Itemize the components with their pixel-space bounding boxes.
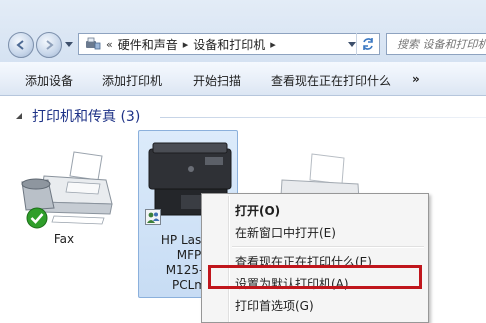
address-bar-area: « 硬件和声音 ▸ 设备和打印机 ▸ (0, 0, 486, 62)
toolbar-overflow-button[interactable]: » (412, 72, 420, 86)
device-fax[interactable]: Fax (14, 150, 114, 250)
dropdown-icon (348, 42, 356, 47)
back-button[interactable] (8, 32, 34, 58)
shared-users-icon (145, 209, 161, 225)
command-toolbar: 添加设备 添加打印机 开始扫描 查看现在正在打印什么 » (0, 62, 486, 96)
menu-item-printing-preferences[interactable]: 打印首选项(G) (235, 297, 314, 314)
breadcrumb[interactable]: « 硬件和声音 ▸ 设备和打印机 ▸ (78, 33, 380, 55)
search-input[interactable] (397, 37, 486, 51)
add-printer-button[interactable]: 添加打印机 (102, 72, 162, 89)
breadcrumb-overflow[interactable]: « (106, 38, 113, 51)
highlight-box (208, 265, 422, 289)
refresh-icon (362, 38, 373, 50)
device-label: Fax (53, 232, 75, 246)
breadcrumb-item-hardware-sound[interactable]: 硬件和声音 (118, 36, 178, 53)
menu-item-open[interactable]: 打开(O) (235, 202, 280, 219)
breadcrumb-separator[interactable]: ▸ (270, 38, 276, 51)
printers-group-header[interactable]: 打印机和传真 (3) (14, 107, 140, 125)
group-title: 打印机和传真 (3) (32, 109, 141, 125)
collapse-arrow-icon[interactable] (14, 111, 24, 121)
context-menu: 打开(O) 在新窗口中打开(E) 查看现在正在打印什么(E) 设置为默认打印机(… (201, 193, 429, 323)
menu-separator (232, 246, 424, 248)
default-check-icon (26, 207, 48, 229)
recent-pages-dropdown[interactable] (64, 40, 74, 50)
breadcrumb-separator[interactable]: ▸ (183, 38, 189, 51)
devices-folder-icon (85, 37, 101, 51)
breadcrumb-item-devices-printers[interactable]: 设备和打印机 (193, 36, 265, 53)
dropdown-icon (65, 42, 73, 47)
menu-gutter (228, 196, 230, 322)
back-arrow-icon (16, 40, 24, 50)
refresh-button[interactable] (356, 33, 378, 55)
add-device-button[interactable]: 添加设备 (25, 72, 73, 89)
menu-item-open-new-window[interactable]: 在新窗口中打开(E) (235, 224, 336, 241)
group-divider (160, 117, 486, 118)
forward-button[interactable] (36, 32, 62, 58)
start-scan-button[interactable]: 开始扫描 (193, 72, 241, 89)
forward-arrow-icon (46, 40, 54, 50)
search-box[interactable] (386, 33, 486, 55)
see-whats-printing-button[interactable]: 查看现在正在打印什么 (271, 72, 391, 89)
